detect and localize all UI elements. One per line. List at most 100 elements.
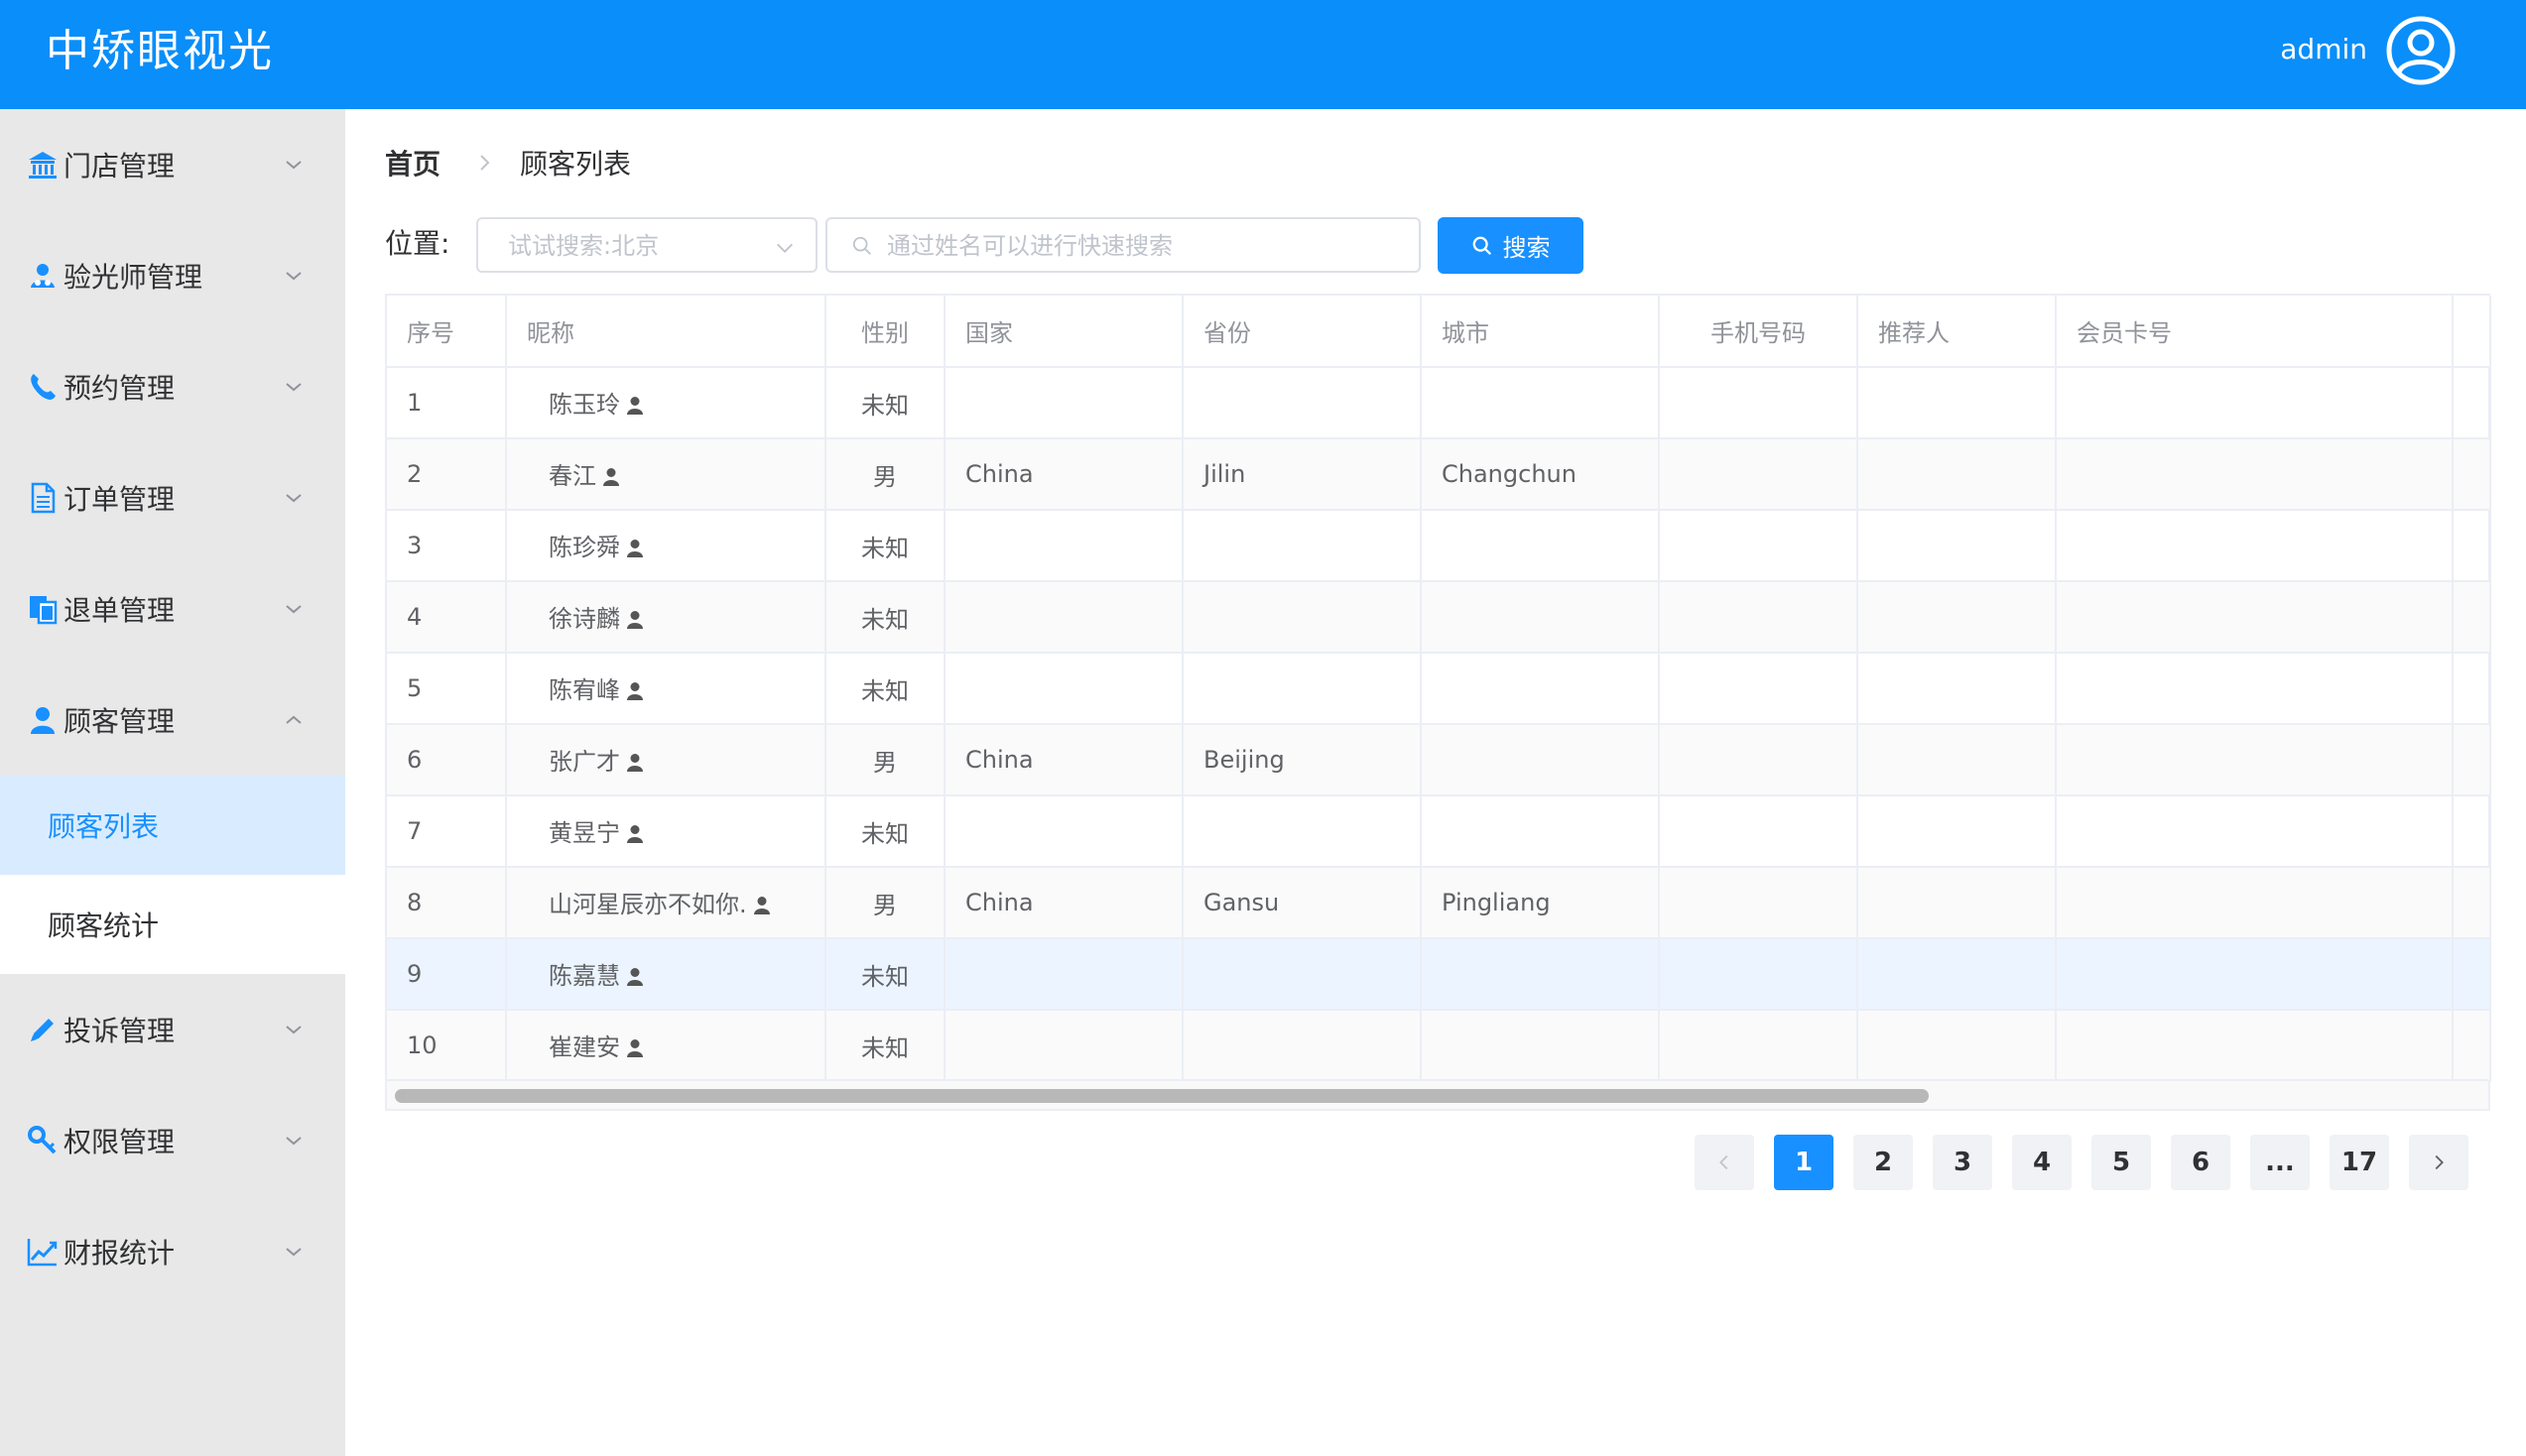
cell-referrer — [1857, 581, 2057, 654]
column-header-referrer[interactable]: 推荐人 — [1857, 296, 2057, 368]
cell-province: Beijing — [1183, 724, 1422, 796]
chevron-down-icon — [777, 243, 793, 253]
phone-icon — [31, 374, 56, 400]
column-header-index[interactable]: 序号 — [387, 296, 507, 368]
sidebar-item-label: 投诉管理 — [63, 1015, 176, 1047]
horizontal-scrollbar[interactable] — [387, 1079, 2488, 1109]
cell-nickname: 陈珍舜 — [506, 510, 826, 582]
sidebar-item-label: 顾客管理 — [63, 705, 176, 738]
location-select[interactable]: 试试搜索:北京 — [476, 217, 818, 273]
table-row[interactable]: 4 徐诗麟 未知 — [387, 581, 2491, 654]
sidebar-item-store[interactable]: 门店管理 — [0, 109, 345, 220]
table-row[interactable]: 7 黄昱宁 未知 — [387, 795, 2491, 868]
avatar-icon[interactable] — [2385, 15, 2457, 86]
nickname-text: 崔建安 — [549, 1032, 620, 1061]
column-header-province[interactable]: 省份 — [1183, 296, 1422, 368]
page-button[interactable]: 6 — [2171, 1135, 2230, 1190]
table-row[interactable]: 10 崔建安 未知 — [387, 1010, 2491, 1082]
sidebar-item-label: 预约管理 — [63, 372, 176, 405]
table-row[interactable]: 6 张广才 男 China Beijing — [387, 724, 2491, 796]
page-button[interactable]: 2 — [1853, 1135, 1913, 1190]
cell-index: 8 — [387, 867, 507, 939]
user-icon — [602, 465, 620, 493]
cell-referrer — [1857, 795, 2057, 868]
page-button[interactable]: 5 — [2091, 1135, 2151, 1190]
nickname-text: 春江 — [549, 461, 596, 490]
sidebar-item-finance[interactable]: 财报统计 — [0, 1196, 345, 1307]
next-page-button[interactable] — [2409, 1135, 2468, 1190]
cell-gender: 未知 — [825, 653, 946, 725]
cell-referrer — [1857, 438, 2057, 511]
cell-index: 2 — [387, 438, 507, 511]
cell-gender: 未知 — [825, 367, 946, 439]
line-chart-icon — [27, 1239, 58, 1267]
cell-extra — [2453, 795, 2491, 868]
chevron-right-icon — [480, 155, 490, 171]
cell-city — [1421, 510, 1660, 582]
cell-phone — [1659, 938, 1858, 1011]
cell-province: Jilin — [1183, 438, 1422, 511]
copy-icon — [30, 596, 58, 625]
cell-gender: 未知 — [825, 510, 946, 582]
page-button[interactable]: 3 — [1933, 1135, 1992, 1190]
table-row[interactable]: 5 陈宥峰 未知 — [387, 653, 2491, 725]
table-row[interactable]: 2 春江 男 China Jilin Changchun — [387, 438, 2491, 511]
cell-phone — [1659, 724, 1858, 796]
cell-extra — [2453, 867, 2491, 939]
column-header-country[interactable]: 国家 — [945, 296, 1184, 368]
table-row[interactable]: 3 陈珍舜 未知 — [387, 510, 2491, 582]
column-header-extra — [2453, 296, 2491, 368]
search-input[interactable] — [887, 227, 1403, 265]
table-row[interactable]: 8 山河星辰亦不如你. 男 China Gansu Pingliang — [387, 867, 2491, 939]
sidebar-item-permissions[interactable]: 权限管理 — [0, 1085, 345, 1196]
cell-country: China — [945, 867, 1184, 939]
cell-referrer — [1857, 653, 2057, 725]
page-button[interactable]: 4 — [2012, 1135, 2072, 1190]
submenu-item-label: 顾客统计 — [48, 910, 160, 942]
cell-country — [945, 367, 1184, 439]
submenu-item-customer-stats[interactable]: 顾客统计 — [0, 875, 345, 974]
cell-phone — [1659, 795, 1858, 868]
sidebar-item-orders[interactable]: 订单管理 — [0, 442, 345, 553]
cell-country — [945, 938, 1184, 1011]
page-ellipsis[interactable]: ... — [2250, 1135, 2310, 1190]
user-name[interactable]: admin — [2280, 30, 2367, 69]
sidebar-item-appointment[interactable]: 预约管理 — [0, 331, 345, 442]
user-icon — [626, 965, 644, 993]
cell-nickname: 陈嘉慧 — [506, 938, 826, 1011]
search-button[interactable]: 搜索 — [1438, 217, 1583, 274]
cell-card — [2056, 367, 2454, 439]
sidebar-item-optometrist[interactable]: 验光师管理 — [0, 220, 345, 331]
sidebar-item-complaints[interactable]: 投诉管理 — [0, 974, 345, 1085]
cell-card — [2056, 938, 2454, 1011]
page-button[interactable]: 1 — [1774, 1135, 1833, 1190]
table-row[interactable]: 9 陈嘉慧 未知 — [387, 938, 2491, 1011]
sidebar-item-label: 权限管理 — [63, 1126, 176, 1158]
cell-phone — [1659, 510, 1858, 582]
cell-city — [1421, 653, 1660, 725]
key-icon — [28, 1126, 57, 1154]
column-header-nickname[interactable]: 昵称 — [506, 296, 826, 368]
search-field[interactable] — [825, 217, 1421, 273]
column-header-phone[interactable]: 手机号码 — [1659, 296, 1858, 368]
prev-page-button[interactable] — [1695, 1135, 1754, 1190]
cell-index: 3 — [387, 510, 507, 582]
column-header-card[interactable]: 会员卡号 — [2056, 296, 2454, 368]
breadcrumb-home[interactable]: 首页 — [385, 143, 441, 182]
sidebar-item-refunds[interactable]: 退单管理 — [0, 553, 345, 665]
cell-province — [1183, 581, 1422, 654]
cell-city: Pingliang — [1421, 867, 1660, 939]
column-header-gender[interactable]: 性别 — [825, 296, 946, 368]
column-header-city[interactable]: 城市 — [1421, 296, 1660, 368]
sidebar-item-customers[interactable]: 顾客管理 — [0, 665, 345, 776]
sidebar: 门店管理 验光师管理 预约管理 订单管理 退单管理 顾客管理 顾客列表 顾客统计… — [0, 109, 345, 1456]
page-button[interactable]: 17 — [2330, 1135, 2389, 1190]
pencil-icon — [31, 1019, 54, 1041]
document-icon — [31, 482, 56, 514]
cell-phone — [1659, 1010, 1858, 1082]
submenu-item-customer-list[interactable]: 顾客列表 — [0, 776, 345, 875]
sidebar-item-label: 订单管理 — [63, 483, 176, 516]
scrollbar-thumb[interactable] — [395, 1089, 1929, 1103]
table-row[interactable]: 1 陈玉玲 未知 — [387, 367, 2491, 439]
app-title: 中矫眼视光 — [46, 26, 274, 76]
